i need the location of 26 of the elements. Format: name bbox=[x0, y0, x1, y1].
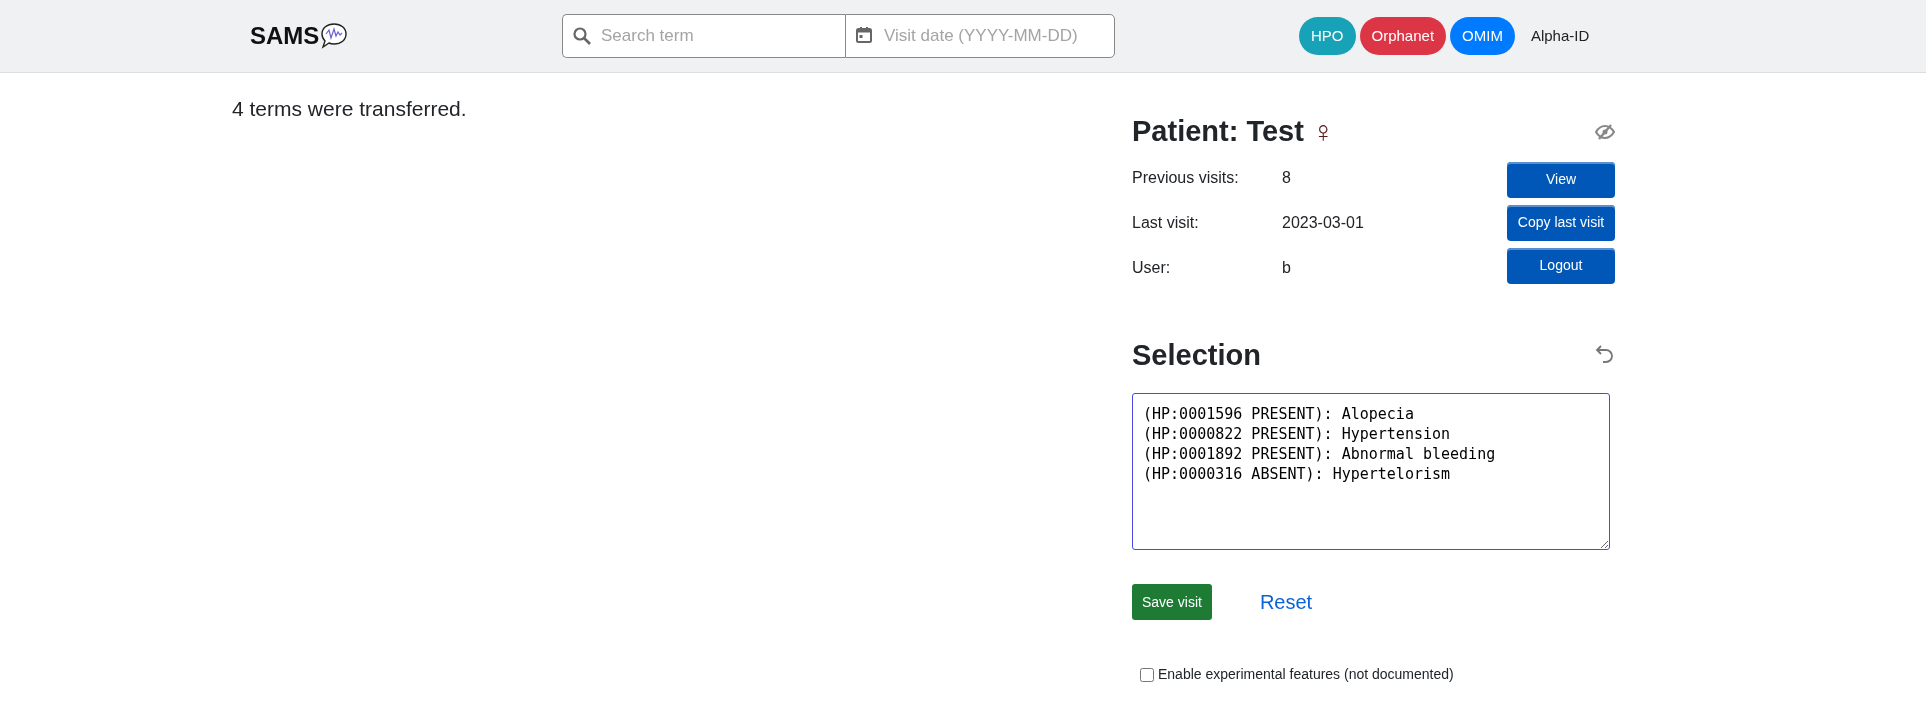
status-message: 4 terms were transferred. bbox=[232, 97, 467, 120]
source-toggle[interactable]: Orphanet bbox=[1359, 16, 1447, 56]
selection-text-area[interactable]: (HP:0001596 PRESENT): Alopecia (HP:0000822 PRESENT): Hypertension (HP:0001892 PRESENT): Abnormal bleeding (HP:0000316 ABSENT): Hypertelorism bbox=[1132, 393, 1610, 550]
patient-action-button[interactable]: Logout bbox=[1507, 247, 1615, 284]
field-label: Previous visits: bbox=[1132, 167, 1240, 188]
patient-heading: Patient: Test bbox=[1132, 114, 1304, 149]
eye-slash-icon[interactable] bbox=[1595, 123, 1615, 140]
date-field[interactable]: Visit date (YYYY-MM-DD) bbox=[845, 14, 1115, 58]
search-field[interactable]: Search term bbox=[562, 14, 845, 58]
selection-heading: Selection bbox=[1132, 337, 1261, 373]
reset-link[interactable]: Reset bbox=[1259, 587, 1313, 617]
sex-symbol: ♀ bbox=[1311, 116, 1335, 147]
field-label: User: bbox=[1132, 257, 1172, 278]
field-label: Last visit: bbox=[1132, 212, 1200, 233]
patient-action-button[interactable]: Copy last visit bbox=[1507, 204, 1615, 241]
field-value: b bbox=[1282, 257, 1291, 278]
field-value: 8 bbox=[1282, 167, 1291, 188]
experimental-checkbox[interactable] bbox=[1140, 667, 1154, 682]
save-visit-button[interactable]: Save visit bbox=[1132, 584, 1212, 620]
source-toggle[interactable]: OMIM bbox=[1450, 16, 1515, 56]
speech-bubble-icon bbox=[319, 21, 350, 51]
source-toggle[interactable]: Alpha-ID bbox=[1518, 16, 1602, 56]
logo-text: SAMS bbox=[250, 21, 320, 51]
field-value: 2023-03-01 bbox=[1282, 212, 1364, 233]
checkbox-label: Enable experimental features (not documented) bbox=[1158, 665, 1454, 684]
patient-action-button[interactable]: View bbox=[1507, 161, 1615, 198]
